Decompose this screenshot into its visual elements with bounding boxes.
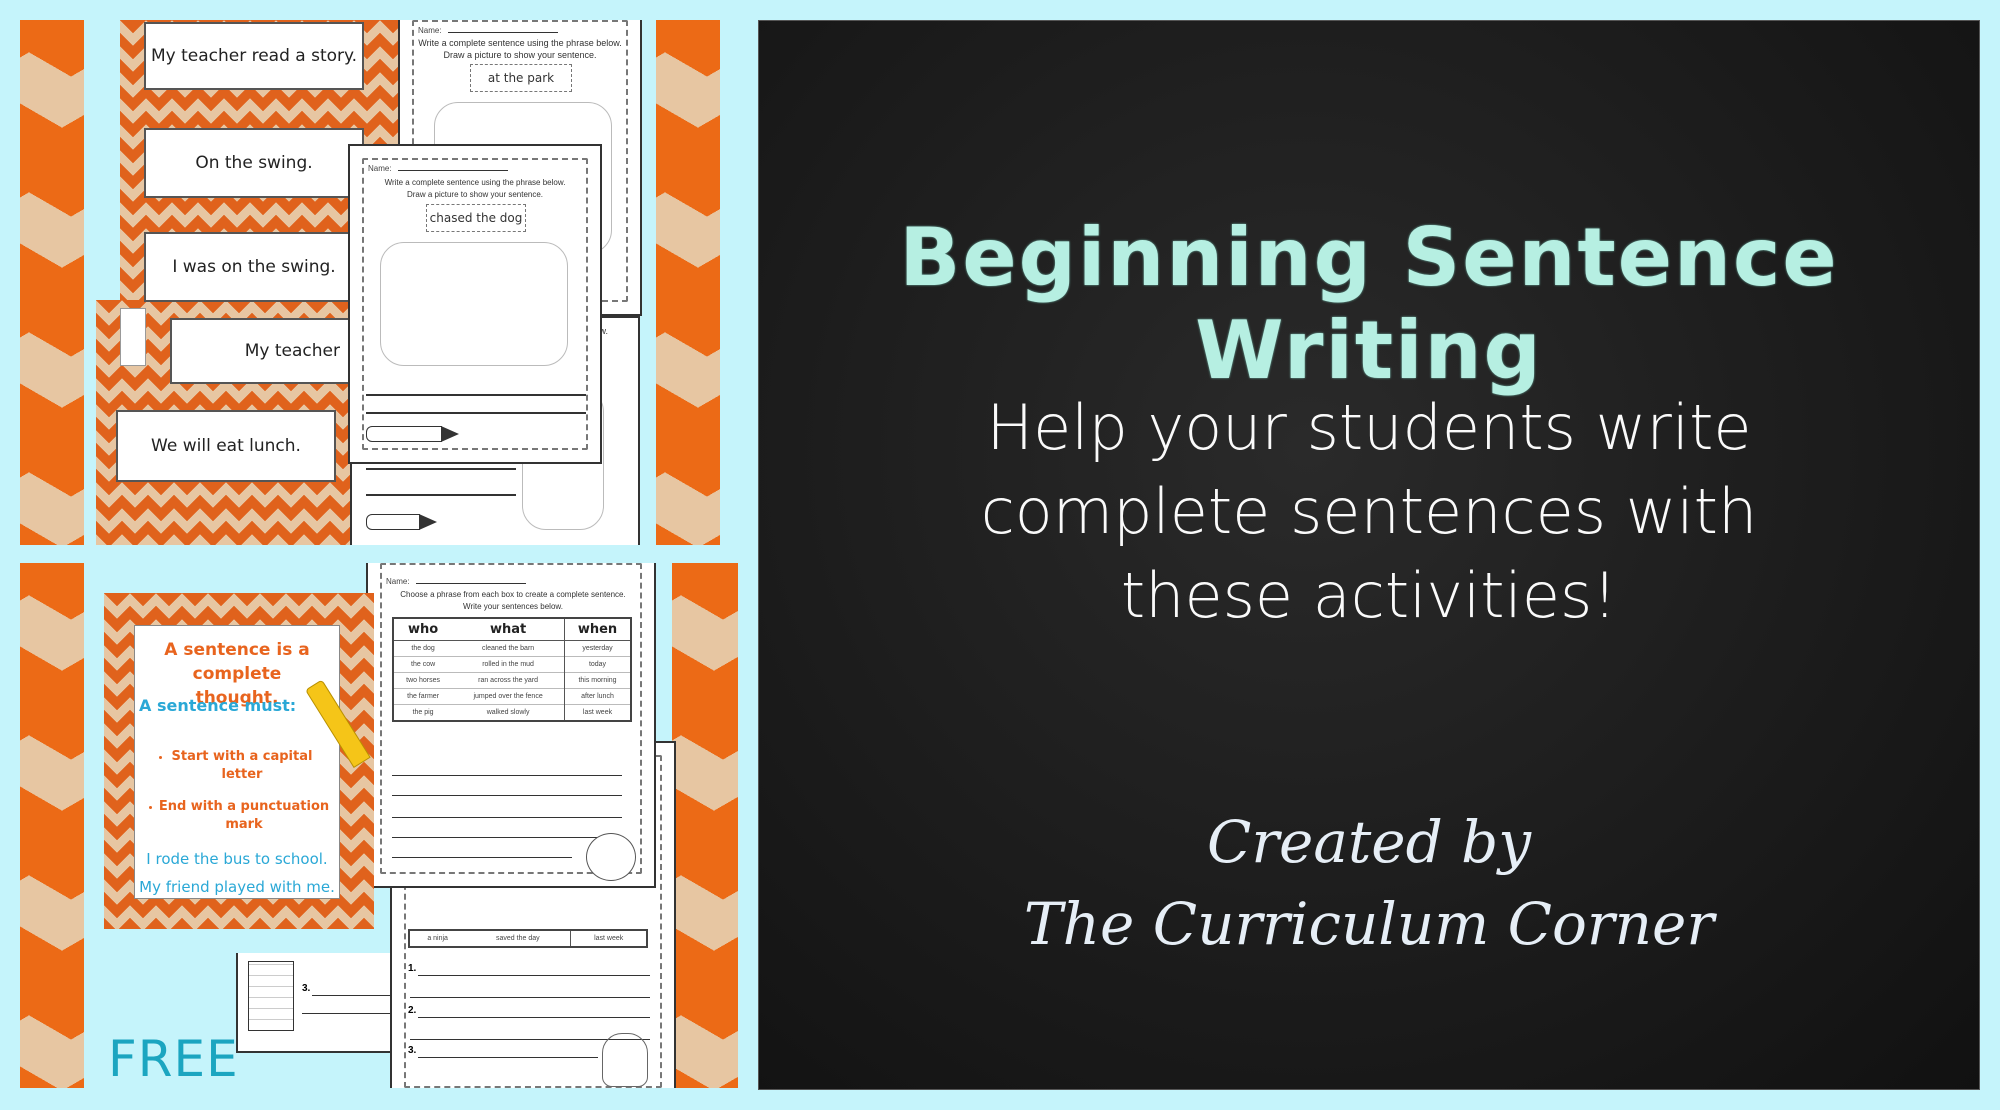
poster-subheading: A sentence must: xyxy=(139,696,297,715)
writing-line xyxy=(418,1017,650,1018)
writing-line xyxy=(366,494,516,496)
writing-line xyxy=(392,857,572,858)
bullet-dot xyxy=(149,806,152,809)
chevron-strip-left xyxy=(20,20,84,545)
subtitle: Help your students write complete senten… xyxy=(759,386,1979,638)
credit: Created by The Curriculum Corner xyxy=(759,801,1979,965)
column-header: who xyxy=(393,618,453,641)
table-row: the dog cleaned the barn yesterday xyxy=(393,640,631,657)
cell: rolled in the mud xyxy=(452,656,565,673)
writing-line xyxy=(312,995,402,996)
cell: two horses xyxy=(393,672,453,689)
line-number: 3. xyxy=(302,983,311,994)
worksheet-castle: 3. xyxy=(236,953,406,1053)
cell: last week xyxy=(564,704,631,721)
sentence-card: I was on the swing. xyxy=(144,232,364,302)
instructions: Choose a phrase from each box to create … xyxy=(400,590,626,611)
cell: a ninja xyxy=(409,929,466,947)
cell: yesterday xyxy=(564,640,631,657)
chevron-strip-left xyxy=(20,563,84,1088)
card-blank-tab xyxy=(120,308,146,366)
phrase-box: at the park xyxy=(470,64,572,92)
sentence-card: We will eat lunch. xyxy=(116,410,336,482)
poster-frame: A sentence is a complete thought. A sent… xyxy=(104,593,374,929)
writing-line xyxy=(366,412,586,414)
poster: A sentence is a complete thought. A sent… xyxy=(134,625,371,899)
subtitle-line: Help your students write xyxy=(986,391,1752,464)
writing-line xyxy=(392,795,622,796)
cell: today xyxy=(564,656,631,673)
poster-example: My friend played with me. xyxy=(139,878,335,896)
cell: walked slowly xyxy=(452,704,565,721)
name-label: Name: xyxy=(418,26,558,35)
writing-line xyxy=(392,817,622,818)
bullet-dot xyxy=(159,756,162,759)
subtitle-line: these activities! xyxy=(1120,559,1618,632)
writing-line xyxy=(418,1057,598,1058)
table-row: the pig walked slowly last week xyxy=(393,704,631,721)
free-label: FREE xyxy=(108,1030,239,1088)
subtitle-line: complete sentences with xyxy=(980,475,1758,548)
writing-line xyxy=(302,1013,402,1014)
cell: this morning xyxy=(564,672,631,689)
drawing-box xyxy=(380,242,568,366)
line-number: 3. xyxy=(408,1045,417,1056)
cell: saved the day xyxy=(465,929,571,947)
phrase-box: chased the dog xyxy=(426,204,526,232)
table-row: two horses ran across the yard this morn… xyxy=(393,672,631,689)
writing-line xyxy=(366,394,586,396)
column-header: what xyxy=(452,618,565,641)
column-header: when xyxy=(564,618,631,641)
cell: ran across the yard xyxy=(452,672,565,689)
cell: jumped over the fence xyxy=(452,688,565,705)
instruction-2: Draw a picture to show your sentence. xyxy=(443,50,597,60)
pencil-icon xyxy=(366,426,459,442)
worksheet-who-what-when: Name: Choose a phrase from each box to c… xyxy=(366,563,656,888)
writing-line xyxy=(410,997,650,998)
top-preview-panel: Name: Write a complete sentence using th… xyxy=(20,20,720,545)
instruction-2: Draw a picture to show your sentence. xyxy=(406,190,544,199)
castle-icon xyxy=(248,961,294,1031)
cell: last week xyxy=(570,929,647,947)
writing-line xyxy=(366,468,516,470)
phrase-row-table: a ninja saved the day last week xyxy=(408,929,648,948)
name-label: Name: xyxy=(386,577,526,586)
writing-line xyxy=(418,975,650,976)
sentence-card: My teacher xyxy=(170,318,370,384)
pencil-icon xyxy=(366,514,437,530)
line-number: 1. xyxy=(408,963,417,974)
credit-line: The Curriculum Corner xyxy=(1023,890,1715,958)
table-row: the cow rolled in the mud today xyxy=(393,656,631,673)
instruction-1: Write a complete sentence using the phra… xyxy=(418,38,622,48)
bottom-preview-panel: 3. a ninja saved the day last week 1. 2.… xyxy=(20,563,738,1088)
monster-icon xyxy=(602,1033,648,1087)
poster-bullet: End with a punctuation mark xyxy=(158,799,330,832)
cell: the pig xyxy=(393,704,453,721)
poster-example: I rode the bus to school. xyxy=(146,850,328,868)
writing-line xyxy=(392,775,622,776)
chevron-strip-right xyxy=(656,20,720,545)
line-number: 2. xyxy=(408,1005,417,1016)
instruction-1: Write a complete sentence using the phra… xyxy=(384,178,566,187)
cell: the dog xyxy=(393,640,453,657)
phrase-table: who what when the dog cleaned the barn y… xyxy=(392,617,632,722)
cell: the cow xyxy=(393,656,453,673)
cell: the farmer xyxy=(393,688,453,705)
sentence-card: On the swing. xyxy=(144,128,364,198)
pig-icon xyxy=(586,833,636,881)
cell: after lunch xyxy=(564,688,631,705)
worksheet-chased-the-dog: Name: Write a complete sentence using th… xyxy=(348,144,602,464)
chalkboard: Beginning Sentence Writing Help your stu… xyxy=(758,20,1980,1090)
table-row: the farmer jumped over the fence after l… xyxy=(393,688,631,705)
writing-line xyxy=(392,837,622,838)
page-title: Beginning Sentence Writing xyxy=(899,211,1839,397)
poster-bullet: Start with a capital letter xyxy=(171,749,313,782)
cell: cleaned the barn xyxy=(452,640,565,657)
sentence-card: My teacher read a story. xyxy=(144,22,364,90)
name-label: Name: xyxy=(368,164,508,173)
credit-line: Created by xyxy=(1206,808,1532,876)
chevron-strip-right xyxy=(672,563,738,1088)
